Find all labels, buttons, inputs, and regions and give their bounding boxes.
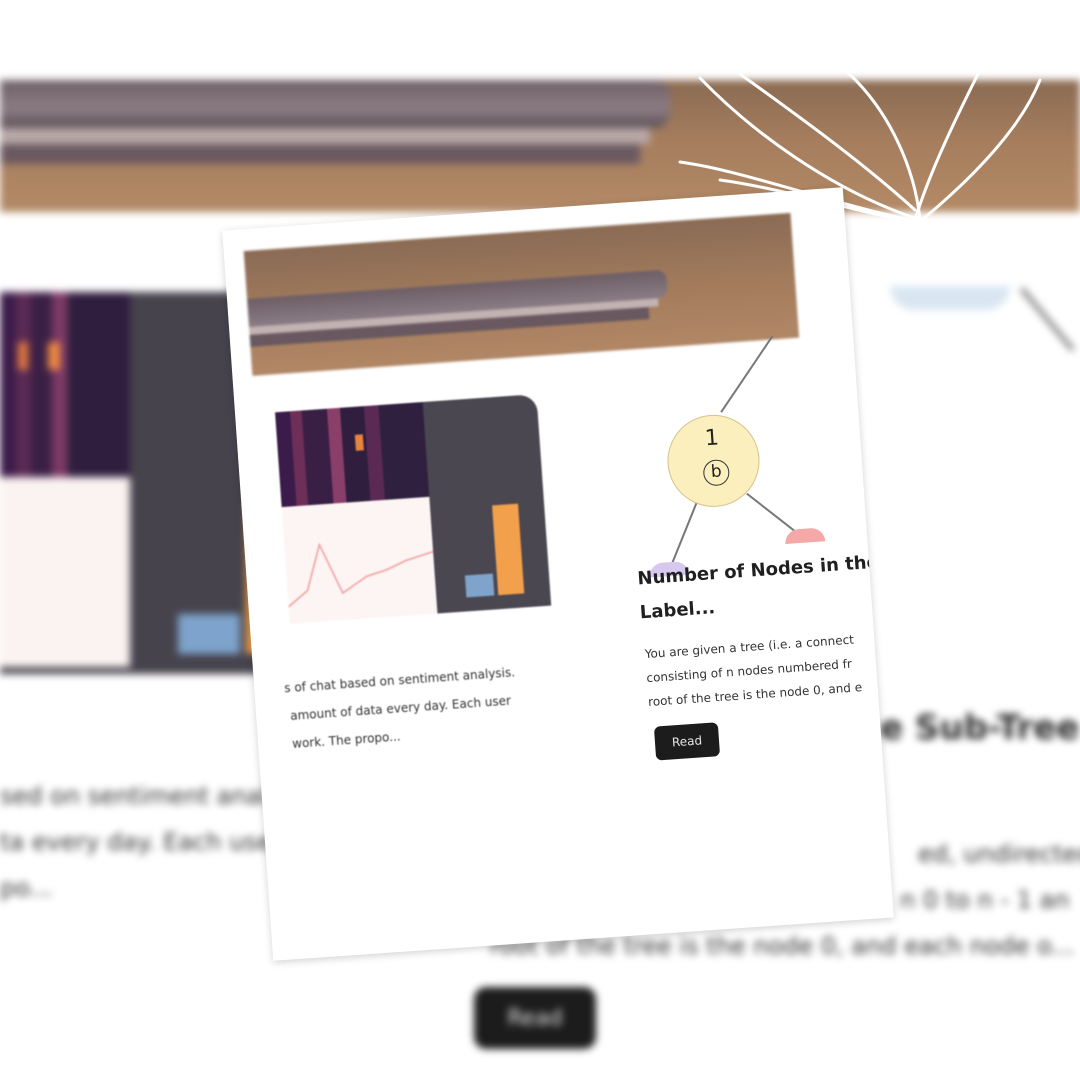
- node-number: 1: [704, 425, 720, 452]
- tree-edge: [746, 492, 797, 533]
- tree-edge: [1020, 287, 1075, 352]
- post-excerpt-line: amount of data every day. Each user: [289, 693, 512, 724]
- post-title: e Sub-Tree: [880, 708, 1080, 748]
- banner-image: [243, 212, 800, 376]
- post-thumbnail[interactable]: [275, 394, 552, 624]
- post-title[interactable]: Number of Nodes in the Label...: [636, 546, 880, 630]
- post-excerpt-line: sed on sentiment analy: [0, 782, 283, 810]
- blog-preview-card[interactable]: s of chat based on sentiment analysis. a…: [222, 187, 894, 961]
- tree-edge: [720, 335, 774, 413]
- post-excerpt-line: ta every day. Each user: [0, 828, 282, 856]
- post-excerpt-line: n 0 to n - 1 an: [900, 886, 1070, 914]
- post-excerpt-line: work. The propo...: [291, 729, 402, 751]
- post-excerpt-line: po...: [0, 874, 53, 902]
- read-button[interactable]: Read: [653, 722, 721, 761]
- read-button[interactable]: Read: [474, 987, 596, 1049]
- post-excerpt: You are given a tree (i.e. a connect con…: [644, 626, 878, 714]
- post-excerpt-line: s of chat based on sentiment analysis.: [283, 665, 516, 696]
- post-excerpt-line: ed, undirected: [918, 840, 1080, 868]
- node-label: b: [702, 458, 731, 487]
- tree-node: [890, 286, 1010, 310]
